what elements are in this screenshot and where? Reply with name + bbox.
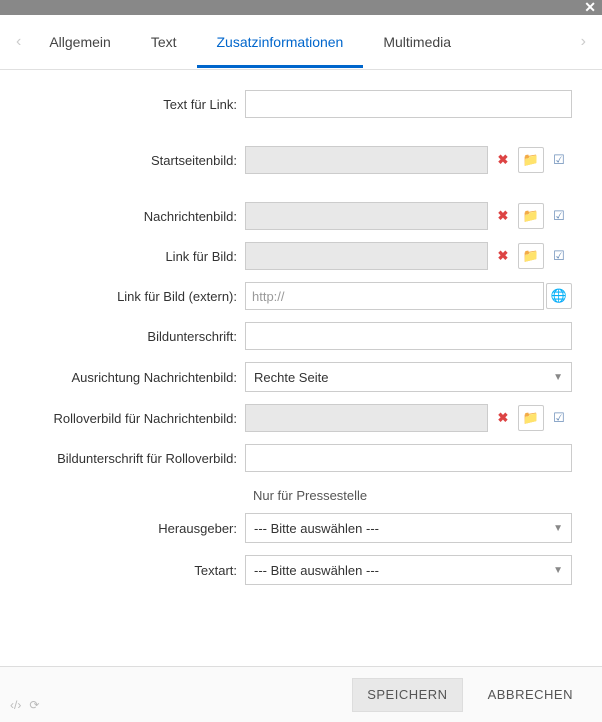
chevron-down-icon: ▼ xyxy=(553,523,563,534)
tab-scroll-left[interactable]: ‹ xyxy=(8,33,29,51)
footer-tools: ‹/› ⟳ xyxy=(10,698,39,712)
cancel-button[interactable]: ABBRECHEN xyxy=(473,678,588,712)
delete-icon[interactable]: ✖ xyxy=(490,147,516,173)
label-text-for-link: Text für Link: xyxy=(10,97,245,112)
close-icon[interactable]: ✕ xyxy=(584,0,596,16)
label-link-image: Link für Bild: xyxy=(10,249,245,264)
tab-text[interactable]: Text xyxy=(131,16,197,68)
label-alignment: Ausrichtung Nachrichtenbild: xyxy=(10,370,245,385)
check-icon[interactable]: ☑ xyxy=(546,243,572,269)
link-image-extern-input[interactable] xyxy=(245,282,544,310)
label-caption: Bildunterschrift: xyxy=(10,329,245,344)
tabs: Allgemein Text Zusatzinformationen Multi… xyxy=(29,16,471,68)
globe-icon[interactable]: 🌐 xyxy=(546,283,572,309)
delete-icon[interactable]: ✖ xyxy=(490,243,516,269)
delete-icon[interactable]: ✖ xyxy=(490,203,516,229)
caption-input[interactable] xyxy=(245,322,572,350)
alignment-select[interactable]: Rechte Seite ▼ xyxy=(245,362,572,392)
form-area: Text für Link: Startseitenbild: ✖ 📁 ☑ Na… xyxy=(0,70,602,607)
chevron-down-icon: ▼ xyxy=(553,372,563,383)
chevron-down-icon: ▼ xyxy=(553,565,563,576)
tab-scroll-right[interactable]: › xyxy=(573,33,594,51)
browse-icon[interactable]: 📁 xyxy=(518,203,544,229)
publisher-value: --- Bitte auswählen --- xyxy=(254,521,379,536)
label-news-image: Nachrichtenbild: xyxy=(10,209,245,224)
save-button[interactable]: SPEICHERN xyxy=(352,678,462,712)
refresh-icon[interactable]: ⟳ xyxy=(29,698,39,712)
text-type-select[interactable]: --- Bitte auswählen --- ▼ xyxy=(245,555,572,585)
delete-icon[interactable]: ✖ xyxy=(490,405,516,431)
dialog-footer: ‹/› ⟳ SPEICHERN ABBRECHEN xyxy=(0,666,602,722)
tab-bar: ‹ Allgemein Text Zusatzinformationen Mul… xyxy=(0,15,602,70)
rollover-caption-input[interactable] xyxy=(245,444,572,472)
check-icon[interactable]: ☑ xyxy=(546,147,572,173)
rollover-image-input[interactable] xyxy=(245,404,488,432)
code-icon[interactable]: ‹/› xyxy=(10,698,21,712)
tab-zusatzinformationen[interactable]: Zusatzinformationen xyxy=(197,16,364,68)
text-for-link-input[interactable] xyxy=(245,90,572,118)
label-text-type: Textart: xyxy=(10,563,245,578)
check-icon[interactable]: ☑ xyxy=(546,203,572,229)
browse-icon[interactable]: 📁 xyxy=(518,147,544,173)
link-image-input[interactable] xyxy=(245,242,488,270)
browse-icon[interactable]: 📁 xyxy=(518,243,544,269)
label-publisher: Herausgeber: xyxy=(10,521,245,536)
label-rollover: Rolloverbild für Nachrichtenbild: xyxy=(10,411,245,426)
publisher-select[interactable]: --- Bitte auswählen --- ▼ xyxy=(245,513,572,543)
alignment-value: Rechte Seite xyxy=(254,370,328,385)
browse-icon[interactable]: 📁 xyxy=(518,405,544,431)
label-start-image: Startseitenbild: xyxy=(10,153,245,168)
tab-allgemein[interactable]: Allgemein xyxy=(29,16,130,68)
tab-multimedia[interactable]: Multimedia xyxy=(363,16,471,68)
check-icon[interactable]: ☑ xyxy=(546,405,572,431)
text-type-value: --- Bitte auswählen --- xyxy=(254,563,379,578)
dialog-titlebar: ✕ xyxy=(0,0,602,15)
label-rollover-caption: Bildunterschrift für Rolloverbild: xyxy=(10,451,245,466)
news-image-input[interactable] xyxy=(245,202,488,230)
section-press-only: Nur für Pressestelle xyxy=(253,488,572,503)
start-image-input[interactable] xyxy=(245,146,488,174)
label-link-image-extern: Link für Bild (extern): xyxy=(10,289,245,304)
